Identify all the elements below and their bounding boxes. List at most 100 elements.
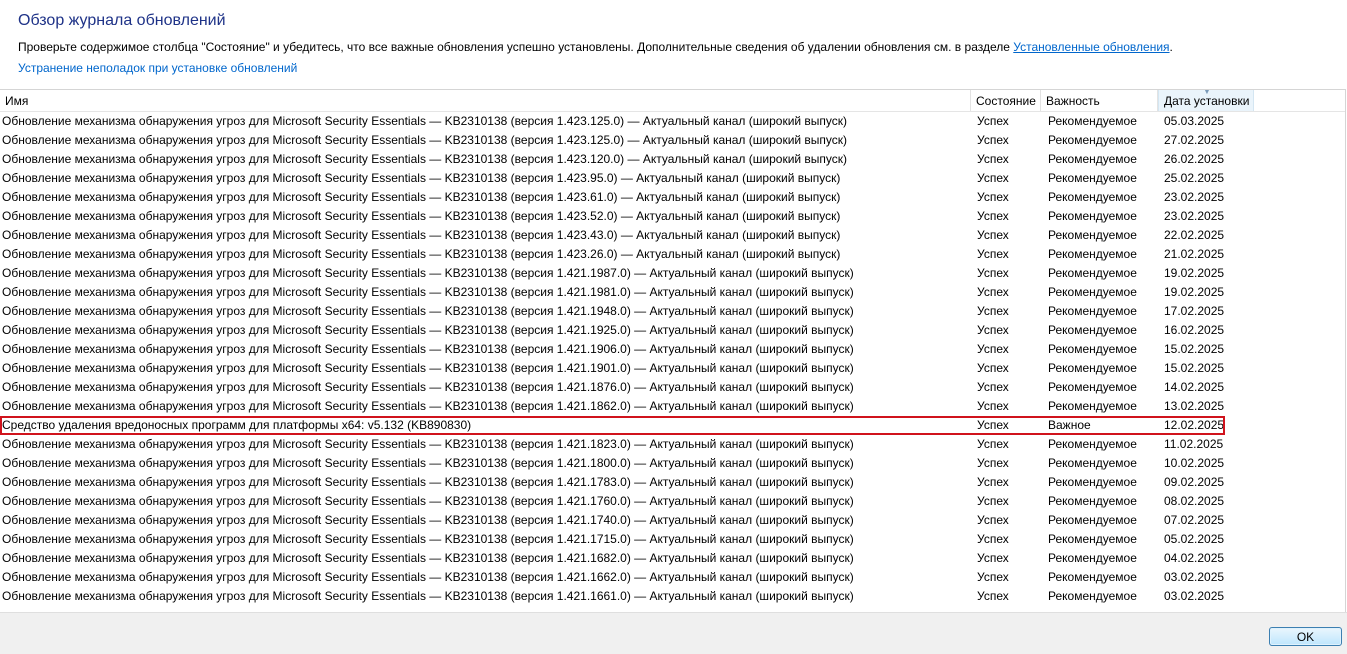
table-row[interactable]: Средство удаления вредоносных программ д… <box>0 416 1345 435</box>
row-name-cell: Обновление механизма обнаружения угроз д… <box>2 133 848 147</box>
table-row[interactable]: Обновление механизма обнаружения угроз д… <box>0 264 1345 283</box>
row-importance-cell: Рекомендуемое <box>1048 513 1137 527</box>
row-date-cell: 11.02.2025 <box>1164 437 1224 451</box>
column-header-date[interactable]: ▼ Дата установки <box>1158 90 1254 111</box>
table-row[interactable]: Обновление механизма обнаружения угроз д… <box>0 454 1345 473</box>
row-importance-cell: Рекомендуемое <box>1048 361 1137 375</box>
row-date-cell: 12.02.2025 <box>1164 418 1225 432</box>
table-row[interactable]: Обновление механизма обнаружения угроз д… <box>0 549 1345 568</box>
table-row[interactable]: Обновление механизма обнаружения угроз д… <box>0 530 1345 549</box>
row-importance-cell: Рекомендуемое <box>1048 190 1137 204</box>
installed-updates-link[interactable]: Установленные обновления <box>1013 40 1169 54</box>
row-importance-cell: Рекомендуемое <box>1048 551 1137 565</box>
table-row[interactable]: Обновление механизма обнаружения угроз д… <box>0 207 1345 226</box>
column-header-importance[interactable]: Важность <box>1041 90 1158 111</box>
table-row[interactable]: Обновление механизма обнаружения угроз д… <box>0 473 1345 492</box>
table-row[interactable]: Обновление механизма обнаружения угроз д… <box>0 397 1345 416</box>
row-date-cell: 21.02.2025 <box>1164 247 1225 261</box>
row-status-cell: Успех <box>977 114 1009 128</box>
row-importance-cell: Рекомендуемое <box>1048 342 1137 356</box>
row-date-cell: 03.02.2025 <box>1164 589 1225 603</box>
row-status-cell: Успех <box>977 475 1009 489</box>
table-row[interactable]: Обновление механизма обнаружения угроз д… <box>0 340 1345 359</box>
row-date-cell: 09.02.2025 <box>1164 475 1225 489</box>
table-row[interactable]: Обновление механизма обнаружения угроз д… <box>0 131 1345 150</box>
row-name-cell: Обновление механизма обнаружения угроз д… <box>2 361 854 375</box>
row-status-cell: Успех <box>977 247 1009 261</box>
row-name-cell: Обновление механизма обнаружения угроз д… <box>2 475 854 489</box>
row-importance-cell: Рекомендуемое <box>1048 437 1137 451</box>
row-status-cell: Успех <box>977 323 1009 337</box>
row-date-cell: 15.02.2025 <box>1164 361 1225 375</box>
row-date-cell: 23.02.2025 <box>1164 209 1225 223</box>
row-name-cell: Обновление механизма обнаружения угроз д… <box>2 494 854 508</box>
row-name-cell: Обновление механизма обнаружения угроз д… <box>2 437 854 451</box>
row-importance-cell: Рекомендуемое <box>1048 475 1137 489</box>
table-row[interactable]: Обновление механизма обнаружения угроз д… <box>0 587 1345 606</box>
row-importance-cell: Рекомендуемое <box>1048 171 1137 185</box>
page-title: Обзор журнала обновлений <box>18 12 226 29</box>
table-row[interactable]: Обновление механизма обнаружения угроз д… <box>0 283 1345 302</box>
row-name-cell: Обновление механизма обнаружения угроз д… <box>2 247 841 261</box>
row-importance-cell: Рекомендуемое <box>1048 266 1137 280</box>
row-name-cell: Обновление механизма обнаружения угроз д… <box>2 342 854 356</box>
table-row[interactable]: Обновление механизма обнаружения угроз д… <box>0 150 1345 169</box>
row-name-cell: Обновление механизма обнаружения угроз д… <box>2 171 841 185</box>
table-row[interactable]: Обновление механизма обнаружения угроз д… <box>0 359 1345 378</box>
table-row[interactable]: Обновление механизма обнаружения угроз д… <box>0 245 1345 264</box>
row-name-cell: Обновление механизма обнаружения угроз д… <box>2 589 854 603</box>
footer-bar: OK <box>0 612 1347 654</box>
row-status-cell: Успех <box>977 456 1009 470</box>
row-name-cell: Обновление механизма обнаружения угроз д… <box>2 380 854 394</box>
table-row[interactable]: Обновление механизма обнаружения угроз д… <box>0 188 1345 207</box>
ok-button[interactable]: OK <box>1269 627 1342 646</box>
row-importance-cell: Рекомендуемое <box>1048 247 1137 261</box>
row-importance-cell: Рекомендуемое <box>1048 285 1137 299</box>
row-status-cell: Успех <box>977 190 1009 204</box>
column-header-status[interactable]: Состояние <box>971 90 1041 111</box>
column-header-name[interactable]: Имя <box>0 90 971 111</box>
row-name-cell: Обновление механизма обнаружения угроз д… <box>2 399 854 413</box>
row-importance-cell: Важное <box>1048 418 1091 432</box>
table-row[interactable]: Обновление механизма обнаружения угроз д… <box>0 435 1345 454</box>
row-name-cell: Обновление механизма обнаружения угроз д… <box>2 323 854 337</box>
row-date-cell: 22.02.2025 <box>1164 228 1225 242</box>
table-row[interactable]: Обновление механизма обнаружения угроз д… <box>0 302 1345 321</box>
description-end: . <box>1169 40 1173 54</box>
description-text: Проверьте содержимое столбца "Состояние"… <box>18 40 1173 54</box>
row-date-cell: 27.02.2025 <box>1164 133 1225 147</box>
row-status-cell: Успех <box>977 361 1009 375</box>
table-row[interactable]: Обновление механизма обнаружения угроз д… <box>0 568 1345 587</box>
troubleshoot-link[interactable]: Устранение неполадок при установке обнов… <box>18 61 297 75</box>
row-name-cell: Обновление механизма обнаружения угроз д… <box>2 532 854 546</box>
table-row[interactable]: Обновление механизма обнаружения угроз д… <box>0 226 1345 245</box>
table-row[interactable]: Обновление механизма обнаружения угроз д… <box>0 511 1345 530</box>
row-name-cell: Обновление механизма обнаружения угроз д… <box>2 152 848 166</box>
row-date-cell: 05.03.2025 <box>1164 114 1225 128</box>
table-row[interactable]: Обновление механизма обнаружения угроз д… <box>0 112 1345 131</box>
row-date-cell: 23.02.2025 <box>1164 190 1225 204</box>
row-importance-cell: Рекомендуемое <box>1048 133 1137 147</box>
row-importance-cell: Рекомендуемое <box>1048 570 1137 584</box>
row-name-cell: Обновление механизма обнаружения угроз д… <box>2 285 854 299</box>
table-row[interactable]: Обновление механизма обнаружения угроз д… <box>0 169 1345 188</box>
update-history-list[interactable]: Имя Состояние Важность ▼ Дата установки … <box>0 89 1346 613</box>
row-status-cell: Успех <box>977 228 1009 242</box>
row-status-cell: Успех <box>977 285 1009 299</box>
row-importance-cell: Рекомендуемое <box>1048 399 1137 413</box>
table-row[interactable]: Обновление механизма обнаружения угроз д… <box>0 378 1345 397</box>
row-date-cell: 10.02.2025 <box>1164 456 1225 470</box>
row-date-cell: 17.02.2025 <box>1164 304 1225 318</box>
table-row[interactable]: Обновление механизма обнаружения угроз д… <box>0 492 1345 511</box>
row-status-cell: Успех <box>977 266 1009 280</box>
row-date-cell: 26.02.2025 <box>1164 152 1225 166</box>
row-date-cell: 15.02.2025 <box>1164 342 1225 356</box>
row-status-cell: Успех <box>977 437 1009 451</box>
row-status-cell: Успех <box>977 418 1009 432</box>
table-row[interactable]: Обновление механизма обнаружения угроз д… <box>0 321 1345 340</box>
row-date-cell: 04.02.2025 <box>1164 551 1225 565</box>
column-header-row: Имя Состояние Важность ▼ Дата установки <box>0 90 1345 112</box>
row-status-cell: Успех <box>977 551 1009 565</box>
row-name-cell: Обновление механизма обнаружения угроз д… <box>2 228 841 242</box>
sort-descending-icon: ▼ <box>1203 89 1211 96</box>
